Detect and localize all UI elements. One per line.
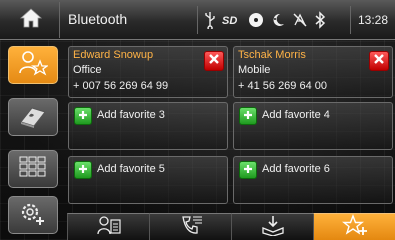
usb-icon — [204, 11, 216, 29]
delete-favorite-button[interactable] — [369, 51, 389, 71]
favorite-tile-2[interactable]: Tschak Morris Mobile + 41 56 269 64 00 — [233, 46, 393, 98]
sidebar-item-favorites-contacts[interactable] — [8, 46, 58, 84]
add-favorite-button[interactable] — [239, 161, 257, 179]
tab-favorites[interactable] — [313, 213, 395, 240]
status-bar: Bluetooth SD 13:28 — [0, 0, 395, 40]
home-button[interactable] — [2, 2, 60, 38]
tab-call-log[interactable] — [149, 213, 231, 240]
sidebar-item-settings[interactable] — [8, 196, 58, 234]
svg-text:SD: SD — [222, 15, 237, 27]
favorite-tile-3[interactable]: Add favorite 3 — [68, 102, 228, 150]
sidebar-item-keypad[interactable] — [8, 150, 58, 188]
favorite-tile-4[interactable]: Add favorite 4 — [233, 102, 393, 150]
book-download-icon — [260, 214, 286, 240]
add-favorite-button[interactable] — [74, 107, 92, 125]
sd-card-icon: SD — [222, 13, 242, 27]
person-star-icon — [18, 49, 49, 82]
night-mode-icon — [270, 12, 286, 28]
phonebook-icon — [18, 102, 48, 133]
plus-icon — [78, 161, 88, 179]
tab-messages[interactable] — [231, 213, 313, 240]
bottom-tab-bar — [67, 213, 395, 240]
favorite-tile-5[interactable]: Add favorite 5 — [68, 156, 228, 204]
call-log-icon — [178, 214, 204, 240]
status-icons: SD — [197, 6, 347, 34]
bluetooth-favorites-screen: Bluetooth SD 13:28 Edward Snowup Office … — [0, 0, 395, 240]
disc-icon — [248, 12, 264, 28]
close-icon — [373, 52, 385, 70]
bluetooth-icon — [314, 11, 326, 29]
contact-card-icon — [96, 214, 122, 240]
close-icon — [208, 52, 220, 70]
sidebar-item-phonebook[interactable] — [8, 98, 58, 136]
contact-name: Tschak Morris — [238, 49, 306, 61]
contact-number-type: Office — [73, 64, 102, 76]
keypad-icon — [18, 155, 48, 184]
add-favorite-button[interactable] — [74, 161, 92, 179]
favorite-tile-1[interactable]: Edward Snowup Office + 007 56 269 64 99 — [68, 46, 228, 98]
contact-number: + 41 56 269 64 00 — [238, 80, 327, 92]
add-favorite-label: Add favorite 5 — [97, 163, 165, 175]
star-plus-icon — [341, 213, 369, 240]
contact-name: Edward Snowup — [73, 49, 154, 61]
contact-number-type: Mobile — [238, 64, 271, 76]
home-icon — [19, 7, 43, 34]
page-title: Bluetooth — [68, 11, 128, 27]
delete-favorite-button[interactable] — [204, 51, 224, 71]
add-favorite-label: Add favorite 3 — [97, 109, 165, 121]
favorite-tile-6[interactable]: Add favorite 6 — [233, 156, 393, 204]
plus-icon — [243, 107, 253, 125]
add-favorite-label: Add favorite 6 — [262, 163, 330, 175]
clock: 13:28 — [350, 6, 395, 34]
no-signal-icon — [292, 12, 308, 28]
gear-plus-icon — [18, 199, 48, 232]
plus-icon — [78, 107, 88, 125]
tab-contacts[interactable] — [67, 213, 149, 240]
plus-icon — [243, 161, 253, 179]
add-favorite-label: Add favorite 4 — [262, 109, 330, 121]
contact-number: + 007 56 269 64 99 — [73, 80, 169, 92]
add-favorite-button[interactable] — [239, 107, 257, 125]
